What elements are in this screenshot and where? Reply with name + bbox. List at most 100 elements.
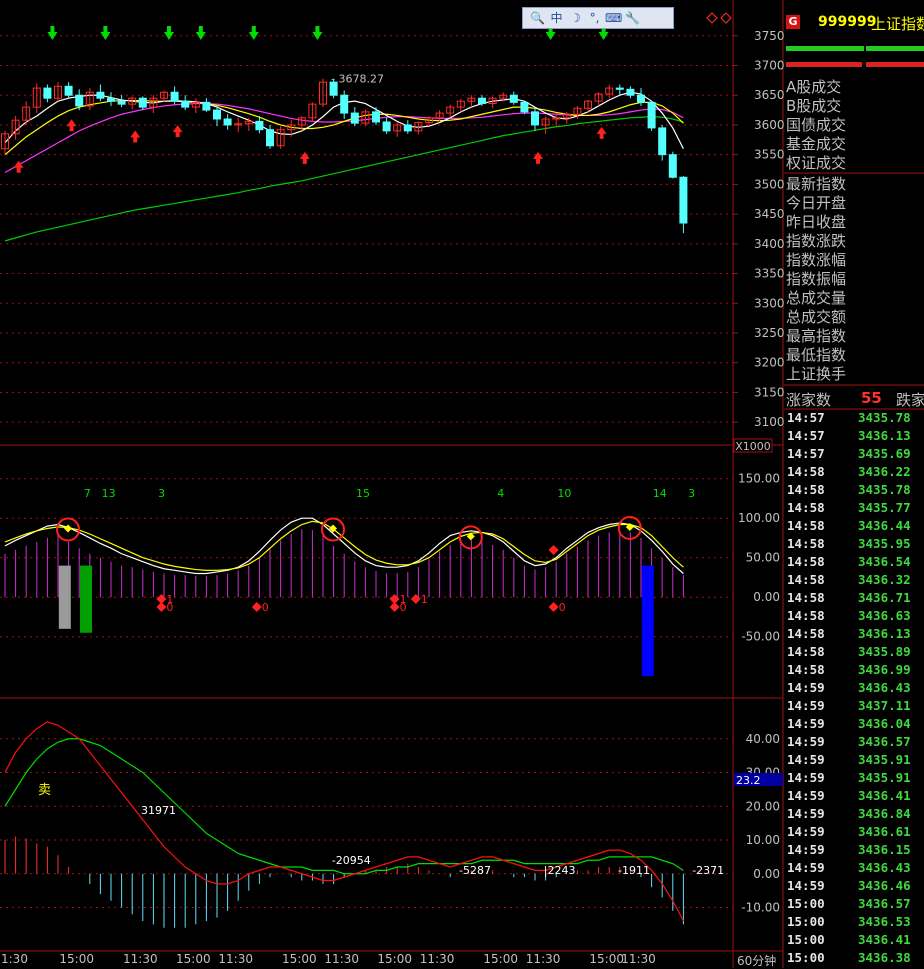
- tick-row[interactable]: 14:58 3435.78: [784, 482, 924, 500]
- candle-body: [679, 176, 688, 224]
- macd-value-label: -5287: [459, 864, 491, 877]
- tick-price: 3437.11: [858, 698, 911, 713]
- tick-row[interactable]: 15:00 3436.57: [784, 896, 924, 914]
- buy-arrow-icon: [47, 26, 58, 40]
- moon-icon[interactable]: ☽: [567, 10, 584, 26]
- tick-row[interactable]: 14:59 3436.04: [784, 716, 924, 734]
- tick-time: 14:58: [787, 536, 825, 551]
- y-tick-label: 0.00: [753, 867, 780, 881]
- tick-time: 15:00: [787, 950, 825, 965]
- tick-row[interactable]: 14:58 3436.63: [784, 608, 924, 626]
- tick-row[interactable]: 14:58 3436.32: [784, 572, 924, 590]
- tick-row[interactable]: 14:58 3436.13: [784, 626, 924, 644]
- red-diamond-label: 0: [400, 601, 407, 614]
- time-tick-label: 15:00: [377, 952, 412, 966]
- tick-row[interactable]: 14:59 3437.11: [784, 698, 924, 716]
- candle-body: [637, 94, 645, 103]
- time-axis: 1:30 15:00 11:30 15:00 11:30 15:00 11:30 15:00 1…: [0, 952, 735, 968]
- stat-label: 总成交额: [786, 308, 847, 326]
- buy-arrow-icon: [100, 26, 111, 40]
- red-diamond-icon: [548, 602, 559, 612]
- stat-label: 基金成交: [786, 135, 847, 153]
- keyboard-icon[interactable]: ⌨: [605, 10, 622, 26]
- y-tick-label: 3450: [754, 207, 785, 221]
- index-name[interactable]: 上证指数: [871, 13, 924, 34]
- tick-time: 14:58: [787, 662, 825, 677]
- tick-row[interactable]: 14:59 3436.43: [784, 680, 924, 698]
- tick-row[interactable]: 15:00 3436.38: [784, 950, 924, 968]
- candle-body: [107, 97, 115, 102]
- index-code[interactable]: 999999: [818, 14, 876, 30]
- rise-count-label: 涨家数: [786, 391, 832, 409]
- tick-row[interactable]: 14:59 3436.57: [784, 734, 924, 752]
- red-diamond-icon: [156, 602, 167, 612]
- stat-label: 最高指数: [786, 327, 847, 345]
- sell-arrow-icon: [299, 151, 310, 164]
- macd-value-label: -2371: [692, 864, 724, 877]
- stat-label: 总成交量: [786, 289, 847, 307]
- buy-arrow-icon: [195, 26, 206, 40]
- tick-row[interactable]: 15:00 3436.53: [784, 914, 924, 932]
- tick-price: 3436.54: [858, 554, 911, 569]
- tick-time: 14:59: [787, 842, 825, 857]
- tick-row[interactable]: 14:57 3435.69: [784, 446, 924, 464]
- tick-row[interactable]: 14:58 3435.95: [784, 536, 924, 554]
- tick-price: 3436.61: [858, 824, 911, 839]
- tick-row[interactable]: 14:58 3436.71: [784, 590, 924, 608]
- chinese-input-icon[interactable]: 中: [548, 10, 565, 26]
- unit-label: X1000: [735, 440, 771, 453]
- tick-row[interactable]: 14:57 3436.13: [784, 428, 924, 446]
- candle-body: [478, 97, 486, 105]
- tick-price: 3436.63: [858, 608, 911, 623]
- candle-body: [96, 91, 105, 99]
- tick-row[interactable]: 14:58 3435.77: [784, 500, 924, 518]
- time-tick-label: 11:30: [218, 952, 253, 966]
- period-selector[interactable]: 60分钟: [737, 952, 776, 969]
- tick-price: 3436.41: [858, 788, 911, 803]
- tick-row[interactable]: 14:58 3436.22: [784, 464, 924, 482]
- tick-time: 14:57: [787, 428, 825, 443]
- tick-time: 15:00: [787, 914, 825, 929]
- tick-row[interactable]: 14:59 3436.61: [784, 824, 924, 842]
- tick-row[interactable]: 14:59 3436.15: [784, 842, 924, 860]
- buy-arrow-icon: [164, 26, 174, 40]
- candle-body: [350, 112, 359, 124]
- tick-row[interactable]: 14:57 3435.78: [784, 410, 924, 428]
- osc-count-label: 7: [84, 487, 91, 500]
- tick-row[interactable]: 14:58 3436.44: [784, 518, 924, 536]
- tick-row[interactable]: 15:00 3436.41: [784, 932, 924, 950]
- tick-row[interactable]: 14:59 3436.41: [784, 788, 924, 806]
- candle-body: [520, 101, 529, 113]
- tick-time: 14:59: [787, 734, 825, 749]
- macd-value-label: -1911: [618, 864, 650, 877]
- sell-arrow-icon: [66, 119, 77, 132]
- tick-row[interactable]: 14:59 3435.91: [784, 752, 924, 770]
- signal-bar: [80, 565, 92, 633]
- y-tick-label: 0.00: [753, 590, 780, 604]
- tick-row[interactable]: 14:58 3436.54: [784, 554, 924, 572]
- wrench-icon[interactable]: 🔧: [624, 10, 641, 26]
- tick-price: 3436.57: [858, 896, 911, 911]
- y-tick-label: 3250: [754, 326, 785, 340]
- y-tick-label: 3350: [754, 267, 785, 281]
- magnify-icon[interactable]: 🔍: [529, 10, 546, 26]
- dots-icon[interactable]: °,: [586, 10, 603, 26]
- ma60-line: [4, 116, 684, 242]
- tick-row[interactable]: 14:59 3435.91: [784, 770, 924, 788]
- tick-time: 15:00: [787, 896, 825, 911]
- osc-count-label: 14: [653, 487, 667, 500]
- tick-row[interactable]: 14:58 3435.89: [784, 644, 924, 662]
- y-tick-label: 3550: [754, 148, 785, 162]
- tick-price: 3436.41: [858, 932, 911, 947]
- tick-row[interactable]: 14:59 3436.46: [784, 878, 924, 896]
- y-tick-label: 100.00: [738, 511, 780, 525]
- stat-label: 指数振幅: [786, 270, 847, 288]
- tick-row[interactable]: 14:59 3436.43: [784, 860, 924, 878]
- y-tick-label: 3100: [754, 415, 785, 429]
- tick-price: 3436.57: [858, 734, 911, 749]
- tick-price: 3436.22: [858, 464, 911, 479]
- tick-time: 14:58: [787, 554, 825, 569]
- tick-row[interactable]: 14:58 3436.99: [784, 662, 924, 680]
- time-tick-label: 1:30: [1, 952, 28, 966]
- tick-row[interactable]: 14:59 3436.84: [784, 806, 924, 824]
